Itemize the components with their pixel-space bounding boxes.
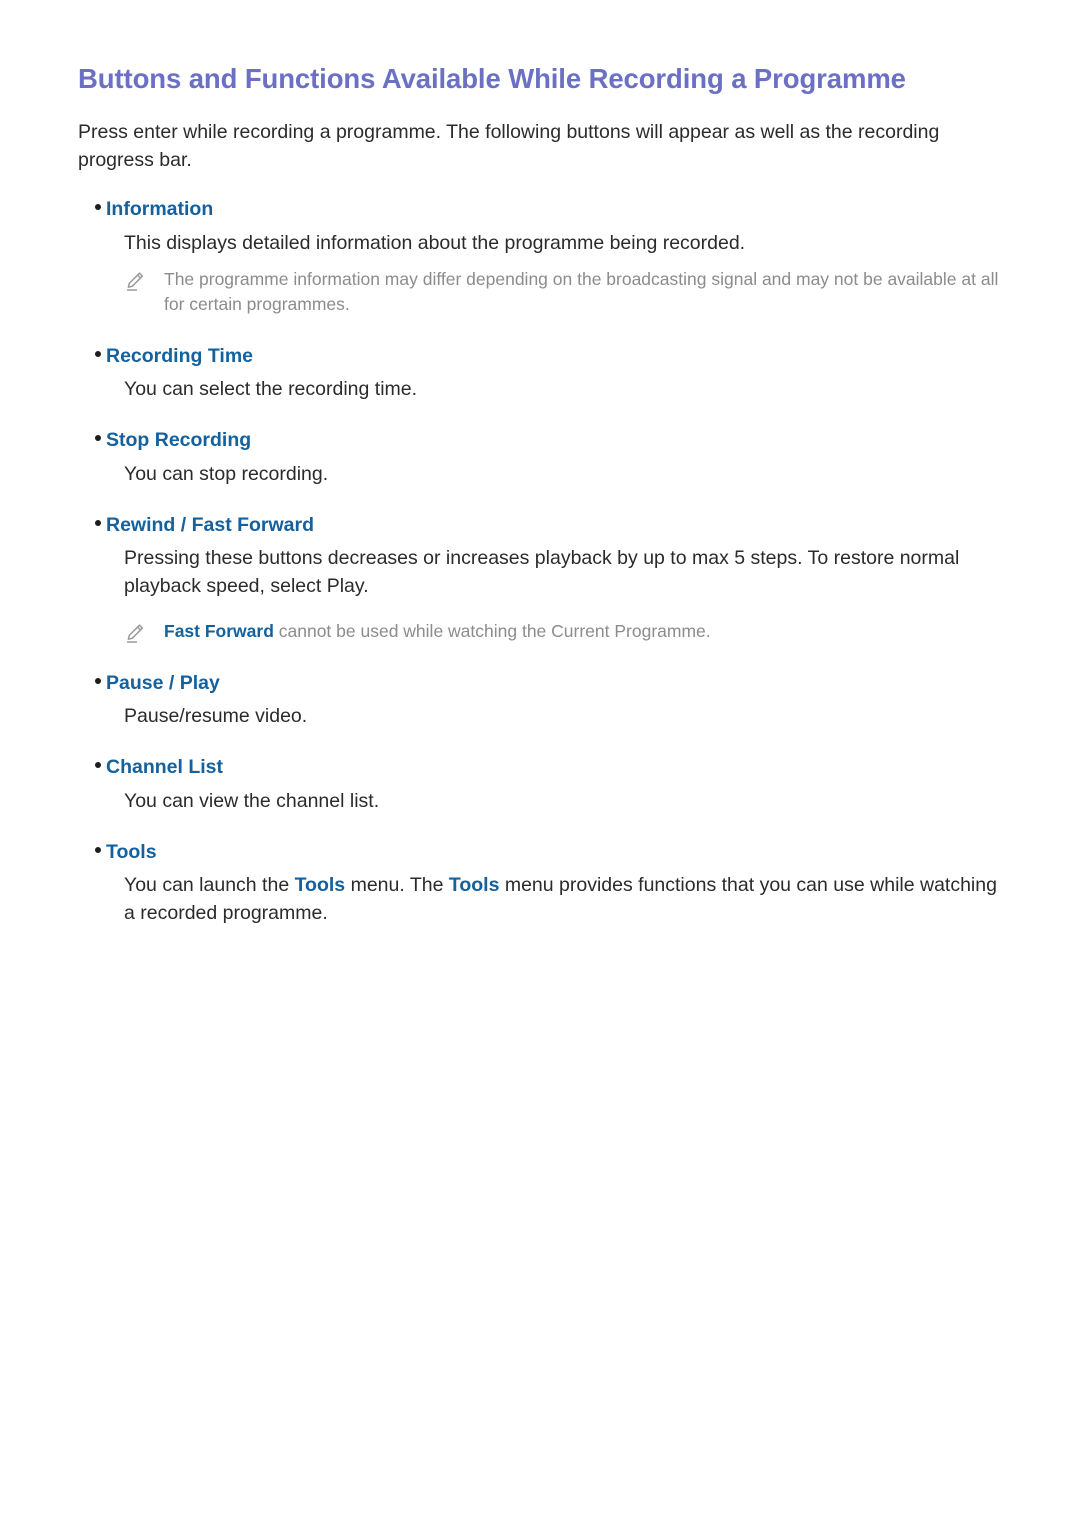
section-label: Recording Time (106, 344, 254, 367)
section-body-channel-list: You can view the channel list. (124, 789, 380, 812)
note-highlight-term: Fast Forward (164, 620, 274, 641)
note-text-information: The programme information may differ dep… (164, 268, 999, 314)
document-page: Buttons and Functions Available While Re… (0, 0, 1080, 1527)
bullet-dot-icon (78, 846, 106, 858)
section-heading-tools: Tools (78, 839, 1002, 865)
section-label: Rewind / Fast Forward (106, 513, 315, 536)
tools-text-middle: menu. The (345, 874, 449, 897)
section-body-rewind-fast-forward: Pressing these buttons decreases or incr… (124, 547, 960, 598)
note-information: The programme information may differ dep… (78, 267, 1002, 317)
bullet-dot-icon (78, 677, 106, 689)
section-label: Information (106, 198, 214, 221)
section-body-stop-recording: You can stop recording. (124, 462, 329, 485)
section-heading-recording-time: Recording Time (78, 343, 1002, 369)
section-body-recording-time: You can select the recording time. (124, 377, 418, 400)
section-heading-rewind-fast-forward: Rewind / Fast Forward (78, 512, 1002, 538)
bullet-dot-icon (78, 519, 106, 531)
intro-paragraph: Press enter while recording a programme.… (78, 121, 940, 171)
tools-term-first: Tools (294, 874, 346, 897)
section-label: Tools (106, 840, 157, 863)
pencil-icon (124, 619, 164, 644)
section-heading-stop-recording: Stop Recording (78, 427, 1002, 453)
section-label: Stop Recording (106, 429, 252, 452)
note-rest-text: cannot be used while watching the Curren… (273, 620, 711, 641)
note-fast-forward: Fast Forward cannot be used while watchi… (78, 619, 1002, 644)
section-label: Pause / Play (106, 671, 220, 694)
bullet-dot-icon (78, 762, 106, 773)
section-heading-information: Information (78, 196, 1002, 222)
section-heading-pause-play: Pause / Play (78, 670, 1002, 696)
bullet-dot-icon (78, 350, 106, 362)
note-text-fast-forward: Fast Forward cannot be used while watchi… (164, 619, 711, 644)
section-body-tools: You can launch the Tools menu. The Tools… (78, 871, 1002, 928)
tools-term-second: Tools (448, 874, 500, 897)
pencil-icon (124, 267, 164, 292)
bullet-dot-icon (78, 204, 106, 215)
tools-text-before: You can launch the (124, 874, 295, 897)
section-body-pause-play: Pause/resume video. (124, 704, 308, 727)
section-label: Channel List (106, 756, 224, 779)
section-heading-channel-list: Channel List (78, 754, 1002, 780)
bullet-dot-icon (78, 435, 106, 446)
section-body-information: This displays detailed information about… (124, 231, 746, 254)
page-title: Buttons and Functions Available While Re… (78, 63, 906, 94)
